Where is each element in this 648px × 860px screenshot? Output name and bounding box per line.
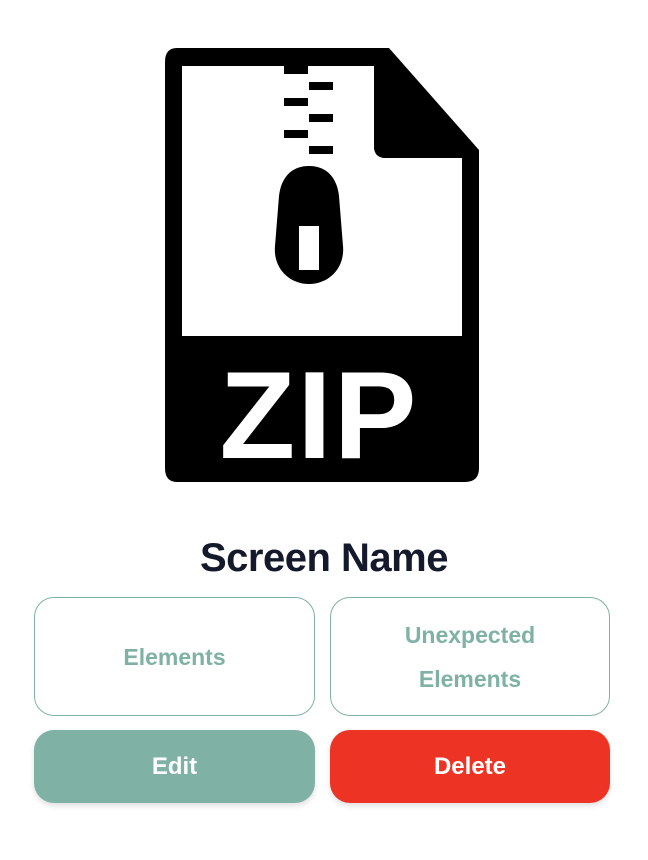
delete-button[interactable]: Delete <box>330 730 610 803</box>
edit-button-label: Edit <box>151 752 198 780</box>
edit-button[interactable]: Edit <box>34 730 315 803</box>
zip-file-icon: ZIP <box>163 46 481 484</box>
elements-button[interactable]: Elements <box>34 597 315 716</box>
unexpected-elements-button-label: Unexpected Elements <box>404 621 536 692</box>
delete-button-label: Delete <box>433 752 507 780</box>
screen-card: ZIP Screen Name Elements Unexpected Elem… <box>0 0 648 860</box>
elements-button-label: Elements <box>123 643 226 670</box>
zip-label: ZIP <box>220 347 419 484</box>
screen-title: Screen Name <box>200 536 448 580</box>
unexpected-elements-button[interactable]: Unexpected Elements <box>330 597 610 716</box>
